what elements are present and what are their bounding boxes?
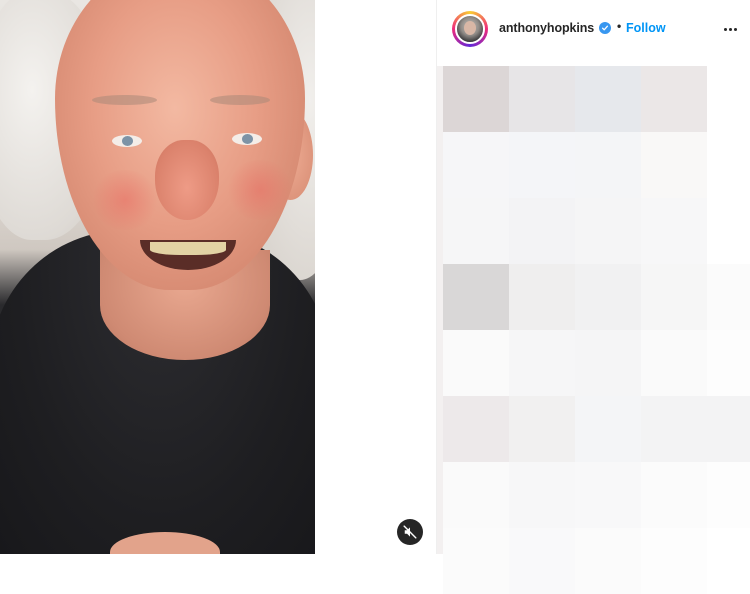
blurred-block xyxy=(707,198,750,264)
speaker-muted-icon xyxy=(403,525,417,539)
nose xyxy=(155,140,219,220)
avatar xyxy=(455,14,485,44)
blurred-block xyxy=(641,66,707,132)
follow-button[interactable]: Follow xyxy=(626,21,666,35)
blurred-block xyxy=(575,462,641,528)
blurred-block xyxy=(707,528,750,594)
post-side-panel: anthonyhopkins • Follow xyxy=(436,0,750,594)
eye-right xyxy=(232,133,262,145)
blurred-block xyxy=(641,264,707,330)
post-media[interactable] xyxy=(0,0,436,554)
more-options-button[interactable] xyxy=(720,22,740,36)
blurred-block xyxy=(575,396,641,462)
blurred-block xyxy=(443,528,509,594)
blurred-block xyxy=(707,462,750,528)
more-options-icon-dot xyxy=(728,27,732,31)
post-video[interactable] xyxy=(0,0,315,554)
blurred-block xyxy=(443,132,509,198)
blurred-block xyxy=(509,132,575,198)
blurred-block xyxy=(575,330,641,396)
blurred-block xyxy=(575,66,641,132)
cheek-left xyxy=(90,170,160,230)
verified-badge-icon xyxy=(599,22,611,34)
blurred-block xyxy=(443,462,509,528)
brow-right xyxy=(210,95,270,105)
more-options-icon-dot xyxy=(733,27,737,31)
blurred-block xyxy=(641,330,707,396)
brow-left xyxy=(92,95,157,105)
profile-avatar-ring[interactable] xyxy=(452,11,488,47)
blurred-block xyxy=(509,264,575,330)
blurred-block xyxy=(443,198,509,264)
blurred-block xyxy=(641,528,707,594)
blurred-block xyxy=(443,396,509,462)
blurred-block xyxy=(509,462,575,528)
blurred-block xyxy=(707,66,750,132)
blurred-block xyxy=(443,330,509,396)
mute-toggle-button[interactable] xyxy=(397,519,423,545)
post-header: anthonyhopkins • Follow xyxy=(437,0,750,58)
blurred-block xyxy=(509,396,575,462)
blurred-block xyxy=(707,132,750,198)
blurred-block xyxy=(509,198,575,264)
blurred-block xyxy=(443,264,509,330)
blurred-block xyxy=(509,528,575,594)
blurred-block xyxy=(707,264,750,330)
blurred-block xyxy=(641,462,707,528)
more-options-icon xyxy=(723,27,727,31)
blurred-block xyxy=(575,528,641,594)
cheek-right xyxy=(225,160,295,220)
blurred-block xyxy=(509,330,575,396)
username-link[interactable]: anthonyhopkins xyxy=(499,21,594,35)
blurred-block xyxy=(641,396,707,462)
eye-left xyxy=(112,135,142,147)
blurred-block xyxy=(641,132,707,198)
blurred-block xyxy=(707,330,750,396)
separator-dot: • xyxy=(617,19,622,33)
blurred-comments-area xyxy=(443,66,750,594)
blurred-block xyxy=(575,132,641,198)
blurred-block xyxy=(575,264,641,330)
blurred-block xyxy=(641,198,707,264)
blurred-block xyxy=(509,66,575,132)
blurred-block xyxy=(575,198,641,264)
blurred-block xyxy=(443,66,509,132)
blurred-block xyxy=(707,396,750,462)
